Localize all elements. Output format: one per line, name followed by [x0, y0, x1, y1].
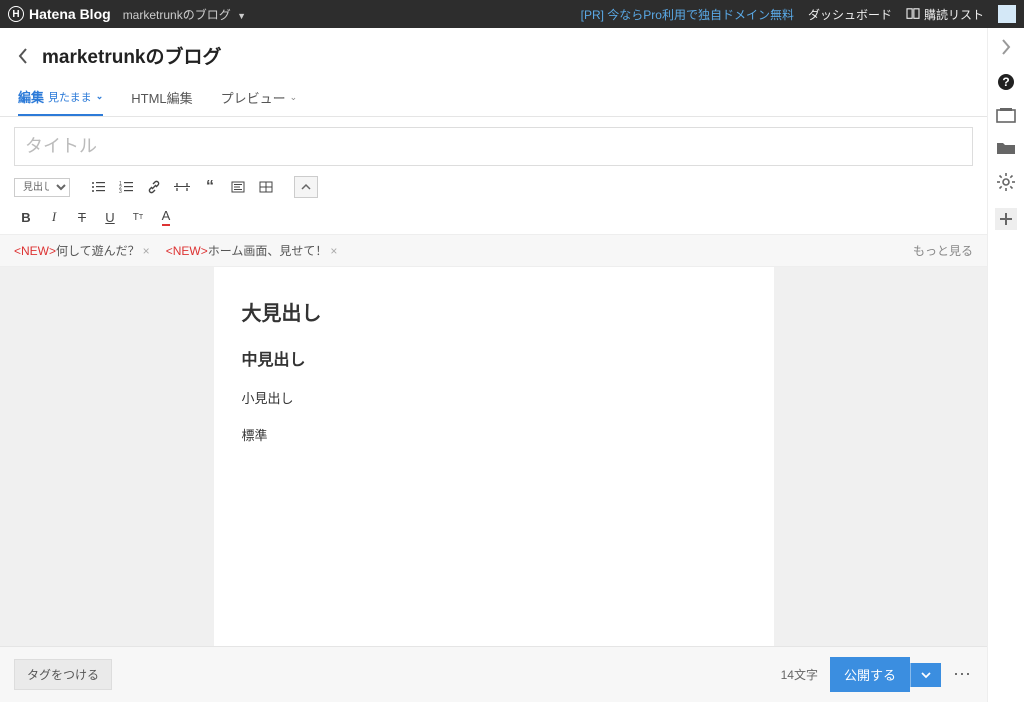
more-suggestions-link[interactable]: もっと見る [913, 242, 973, 259]
editor-footer: タグをつける 14文字 公開する ⋯ [0, 646, 987, 702]
back-button[interactable] [18, 48, 28, 64]
tab-preview[interactable]: プレビュー ⌄ [221, 78, 298, 115]
formatting-toolbar: 見出し 123 “ B I T U TT A [0, 172, 987, 234]
hatena-logo[interactable]: H Hatena Blog [8, 6, 111, 22]
character-count: 14文字 [781, 666, 818, 683]
close-icon[interactable]: × [330, 244, 337, 258]
logo-text: Hatena Blog [29, 6, 111, 22]
pr-link[interactable]: [PR] 今ならPro利用で独自ドメイン無料 [581, 6, 794, 23]
link-icon[interactable] [142, 176, 166, 198]
heading-small: 小見出し [242, 388, 746, 407]
suggestion-text: ホーム画面、見せて！ [208, 244, 328, 258]
read-more-icon[interactable] [170, 176, 194, 198]
sidebar-rail: ? [988, 28, 1024, 702]
heading-medium: 中見出し [242, 346, 746, 370]
paragraph-normal: 標準 [242, 425, 746, 444]
font-size-icon[interactable]: TT [126, 206, 150, 228]
dashboard-link[interactable]: ダッシュボード [808, 6, 892, 23]
editor-page[interactable]: 大見出し 中見出し 小見出し 標準 [214, 267, 774, 646]
suggestion-text: 何して遊んだ？ [56, 244, 140, 258]
hatena-logo-icon: H [8, 6, 24, 22]
unordered-list-icon[interactable] [86, 176, 110, 198]
italic-icon[interactable]: I [42, 206, 66, 228]
tab-edit-label: 編集 [18, 87, 44, 106]
add-tag-button[interactable]: タグをつける [14, 659, 112, 690]
blockquote-icon[interactable]: “ [198, 176, 222, 198]
table-icon[interactable] [254, 176, 278, 198]
tab-edit[interactable]: 編集 見たまま ⌄ [18, 77, 103, 116]
tab-html-label: HTML編集 [131, 88, 192, 107]
image-upload-icon[interactable] [996, 108, 1016, 124]
svg-text:?: ? [1002, 75, 1009, 89]
title-input[interactable] [14, 127, 973, 166]
blog-title: marketrunkのブログ [42, 42, 222, 69]
heading-large: 大見出し [242, 297, 746, 326]
editor-header: marketrunkのブログ [0, 28, 987, 77]
topic-suggestion-bar: <NEW>何して遊んだ？ × <NEW>ホーム画面、見せて！ × もっと見る [0, 234, 987, 267]
tab-preview-label: プレビュー [221, 88, 286, 107]
new-tag: <NEW> [14, 244, 56, 258]
font-color-icon[interactable]: A [154, 206, 178, 228]
svg-text:3: 3 [119, 189, 122, 193]
subscribe-link[interactable]: 購読リスト [906, 6, 984, 23]
editor-tabs: 編集 見たまま ⌄ HTML編集 プレビュー ⌄ [0, 77, 987, 117]
subscribe-label: 購読リスト [924, 6, 984, 23]
user-avatar[interactable] [998, 5, 1016, 23]
global-top-bar: H Hatena Blog marketrunkのブログ ▼ [PR] 今ならP… [0, 0, 1024, 28]
underline-icon[interactable]: U [98, 206, 122, 228]
new-tag: <NEW> [166, 244, 208, 258]
publish-button[interactable]: 公開する [830, 657, 910, 692]
suggestion-item[interactable]: <NEW>何して遊んだ？ [14, 242, 140, 259]
more-options-icon[interactable]: ⋯ [953, 664, 973, 685]
expand-sidebar-icon[interactable] [1000, 38, 1012, 56]
publish-options-button[interactable] [910, 663, 941, 687]
bold-icon[interactable]: B [14, 206, 38, 228]
add-plugin-icon[interactable] [995, 208, 1017, 230]
strikethrough-icon[interactable]: T [70, 206, 94, 228]
ordered-list-icon[interactable]: 123 [114, 176, 138, 198]
close-icon[interactable]: × [143, 244, 150, 258]
tab-edit-mode: 見たまま [48, 89, 92, 105]
caret-down-icon: ▼ [237, 11, 246, 21]
suggestion-item[interactable]: <NEW>ホーム画面、見せて！ [166, 242, 328, 259]
chevron-down-icon: ⌄ [96, 91, 104, 102]
blog-name-label: marketrunkのブログ [123, 8, 231, 22]
help-icon[interactable]: ? [996, 72, 1016, 92]
tab-html[interactable]: HTML編集 [131, 78, 192, 115]
folder-icon[interactable] [996, 140, 1016, 156]
heading-select[interactable]: 見出し [14, 178, 70, 197]
blog-selector[interactable]: marketrunkのブログ ▼ [123, 6, 246, 23]
chevron-down-icon: ⌄ [290, 92, 298, 103]
settings-gear-icon[interactable] [996, 172, 1016, 192]
book-icon [906, 8, 920, 20]
collapse-toolbar-icon[interactable] [294, 176, 318, 198]
pre-block-icon[interactable] [226, 176, 250, 198]
editor-canvas[interactable]: 大見出し 中見出し 小見出し 標準 [0, 267, 987, 646]
